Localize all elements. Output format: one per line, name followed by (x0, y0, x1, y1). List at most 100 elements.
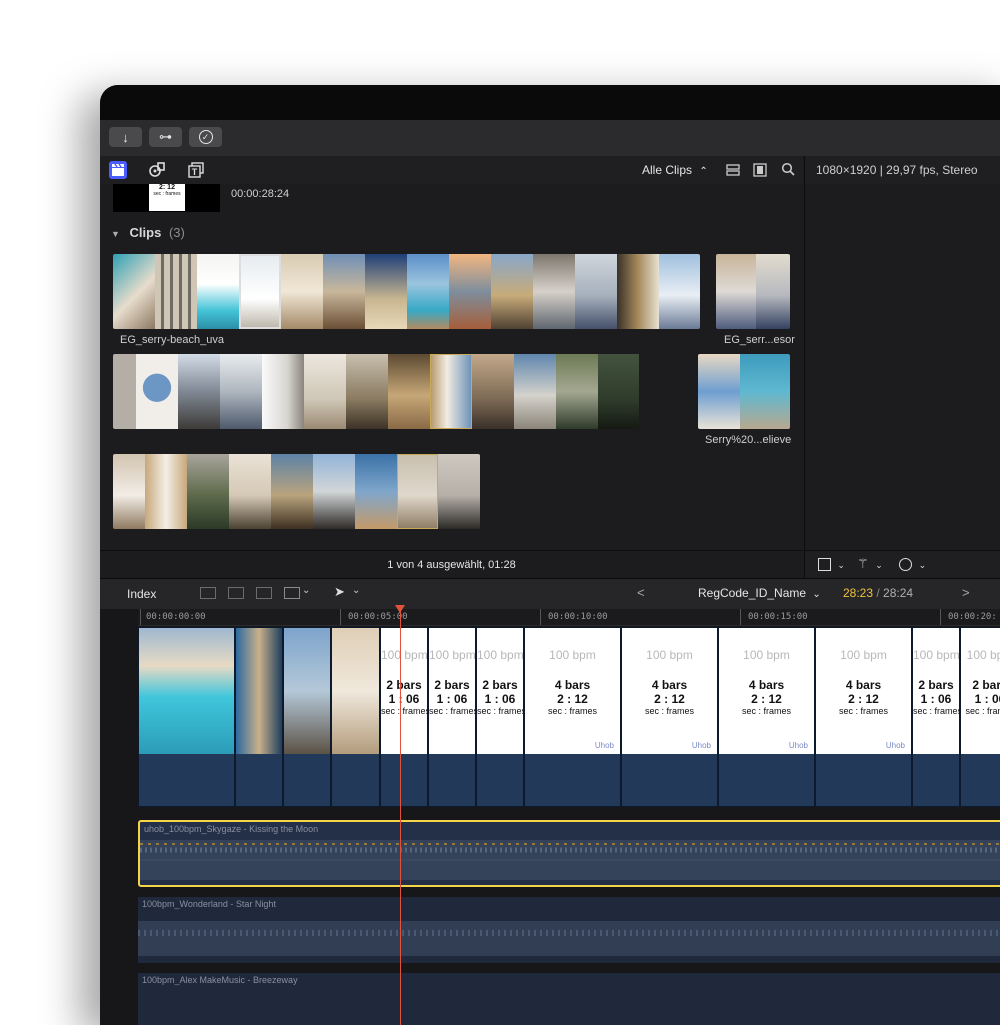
brand-text: Uhob (788, 741, 808, 750)
bpm-text: 100 bpm (429, 648, 475, 662)
clip-filter-dropdown[interactable]: Alle Clips ⌃ (642, 163, 708, 177)
ratio-text: 2 : 12 (751, 692, 782, 706)
brand-text: Uhob (885, 741, 905, 750)
project-name: RegCode_ID_Name (698, 586, 807, 600)
clips-disclosure[interactable]: ▼ Clips (3) (111, 225, 185, 240)
chevron-down-icon: ⌄ (837, 560, 845, 570)
clapper-icon (112, 163, 124, 176)
project-name-dropdown[interactable]: RegCode_ID_Name ⌄ (698, 586, 821, 600)
libraries-button[interactable] (109, 161, 127, 179)
clip-filter-label: Alle Clips (642, 163, 693, 177)
video-clip[interactable] (331, 627, 380, 807)
list-view-icon (726, 164, 740, 176)
ruler-label: 00:00:00:00 (146, 612, 206, 622)
thumb-secframes-text: sec : frames (153, 191, 181, 197)
transform-button[interactable]: ⌄ (818, 557, 845, 572)
photos-audio-button[interactable] (148, 161, 166, 184)
marker-clip[interactable]: 100 bpm 4 bars 2 : 12 sec : frames Uhob (815, 627, 912, 807)
overwrite-clip-icon[interactable] (284, 587, 300, 599)
import-button[interactable]: ↓ (109, 127, 142, 147)
clip-filmstrip-3[interactable] (113, 354, 681, 429)
bpm-text: 100 bpm (743, 648, 790, 662)
ruler-label: 00:00:10:00 (548, 612, 608, 622)
clip-filmstrip-2[interactable] (716, 254, 790, 329)
ratio-text: 2 : 12 (848, 692, 879, 706)
checkmark-circle-icon: ✓ (198, 130, 213, 144)
filmstrip-icon (753, 163, 767, 177)
top-clip-thumbnail[interactable]: 2: 12 sec : frames (113, 184, 220, 212)
bpm-text: 100 bpm (646, 648, 693, 662)
video-clip[interactable] (138, 627, 235, 807)
marker-clip[interactable]: 100 bpm 2 bars1 : 06sec : frames (380, 627, 428, 807)
selection-status: 1 von 4 ausgewählt, 01:28 (387, 559, 516, 571)
bars-text: 2 bars (972, 678, 1000, 692)
top-clip-duration: 00:00:28:24 (231, 188, 290, 200)
chevron-down-icon: ⌄ (918, 560, 927, 570)
bars-text: 4 bars (651, 678, 688, 692)
bars-text: 4 bars (554, 678, 591, 692)
marker-clip[interactable]: 100 bpm 2 bars1 : 06sec : frames (476, 627, 524, 807)
titles-generators-button[interactable]: T (187, 161, 205, 184)
timecode-current: 28:23 (843, 586, 874, 600)
history-forward-button[interactable]: > (962, 585, 970, 600)
video-clip[interactable] (283, 627, 331, 807)
timecode-display: 28:23 / 28:24 (843, 586, 913, 600)
clip-filmstrip-1[interactable] (113, 254, 700, 329)
clip-name-3: Serry%20...elieve (705, 434, 792, 446)
audio-clip[interactable]: 100bpm_Alex MakeMusic - Breezeway (138, 973, 1000, 1025)
bpm-text: 100 bpm (840, 648, 887, 662)
insert-clip-icon[interactable] (228, 587, 244, 599)
speedometer-icon (899, 558, 912, 572)
ratio-text: 1 : 06 (484, 692, 516, 706)
marker-clip[interactable]: 100 bpm 2 bars1 : 06sec : frames (912, 627, 960, 807)
video-clip[interactable] (235, 627, 283, 807)
brand-text: Uhob (594, 741, 614, 750)
browser-header: T Alle Clips ⌃ (100, 156, 803, 185)
timeline[interactable]: 00:00:00:00 00:00:05:00 00:00:10:00 00:0… (100, 605, 1000, 1025)
inspector-header: 1080×1920 | 29,97 fps, Stereo (804, 156, 1000, 185)
secframes-text: sec : frames (429, 706, 475, 716)
playhead[interactable] (400, 605, 401, 1025)
marker-clip[interactable]: 100 bpm 2 bars1 : 06sec : frames (960, 627, 1000, 807)
bars-text: 2 bars (386, 678, 422, 692)
magic-wand-icon: ⚚ (857, 556, 869, 571)
connect-clip-icon[interactable] (256, 587, 272, 599)
keywords-button[interactable]: ⊶ (149, 127, 182, 147)
secframes-text: sec : frames (838, 706, 888, 716)
marker-clip[interactable]: 100 bpm 4 bars 2 : 12 sec : frames Uhob (621, 627, 718, 807)
filmstrip-view-button[interactable] (753, 163, 767, 182)
clip-name-1: EG_serry-beach_uva (120, 334, 224, 346)
index-button[interactable]: Index (127, 587, 156, 601)
marker-clip[interactable]: 100 bpm 4 bars 2 : 12 sec : frames Uhob (718, 627, 815, 807)
append-clip-icon[interactable] (200, 587, 216, 599)
audio-waveform (140, 840, 1000, 880)
audio-clip-label: uhob_100bpm_Skygaze - Kissing the Moon (144, 824, 319, 834)
audio-clip-selected[interactable]: uhob_100bpm_Skygaze - Kissing the Moon (138, 820, 1000, 887)
audio-clip[interactable]: 100bpm_Wonderland - Star Night (138, 897, 1000, 963)
ratio-text: 2 : 12 (654, 692, 685, 706)
clip-appearance-button[interactable] (726, 163, 740, 182)
inspector-panel (804, 184, 1000, 550)
clips-heading: Clips (129, 225, 162, 240)
retime-button[interactable]: ⌄ (899, 556, 927, 572)
ratio-text: 1 : 06 (436, 692, 468, 706)
clip-filmstrip-5[interactable] (113, 454, 480, 529)
clip-name-2: EG_serr...esor (724, 334, 795, 346)
timeline-ruler[interactable]: 00:00:00:00 00:00:05:00 00:00:10:00 00:0… (138, 609, 1000, 626)
up-down-chevron-icon: ⌃ (699, 166, 708, 177)
search-button[interactable] (781, 162, 795, 181)
marker-clip[interactable]: 100 bpm 4 bars 2 : 12 sec : frames Uhob (524, 627, 621, 807)
audio-clip-label: 100bpm_Alex MakeMusic - Breezeway (142, 975, 298, 985)
ratio-text: 2 : 12 (557, 692, 588, 706)
history-back-button[interactable]: < (637, 585, 645, 600)
secframes-text: sec : frames (644, 706, 694, 716)
ruler-label: 00:00:15:00 (748, 612, 808, 622)
secframes-text: sec : frames (965, 706, 1000, 716)
thumb-ratio-text: 2: 12 (159, 184, 175, 191)
marker-clip[interactable]: 100 bpm 2 bars1 : 06sec : frames (428, 627, 476, 807)
clip-filmstrip-4[interactable] (698, 354, 790, 429)
ruler-label: 00:00:05:00 (348, 612, 408, 622)
enhance-button[interactable]: ⚚ ⌄ (857, 556, 883, 572)
arrow-tool-icon[interactable]: ➤ (334, 584, 345, 600)
background-tasks-button[interactable]: ✓ (189, 127, 222, 147)
